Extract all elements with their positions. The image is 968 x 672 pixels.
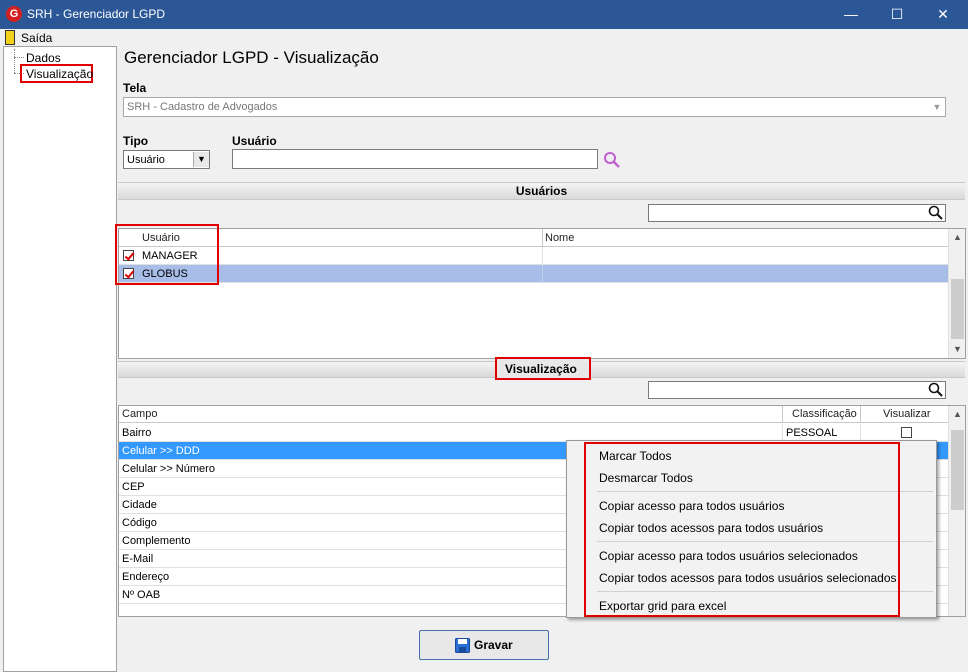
sidebar-tree: Dados Visualização [3,46,117,672]
floppy-disk-icon [455,638,470,653]
field-name: Bairro [122,427,152,439]
minimize-button[interactable]: — [828,0,874,29]
column-header-nome[interactable]: Nome [545,232,574,244]
maximize-button[interactable]: ☐ [874,0,920,29]
window-title: SRH - Gerenciador LGPD [27,7,166,21]
save-button-label: Gravar [474,638,513,652]
users-search-input[interactable] [648,204,946,222]
scroll-up-icon[interactable]: ▲ [949,229,966,246]
field-name: Celular >> Número [122,463,215,475]
save-button[interactable]: Gravar [419,630,549,660]
magnifier-icon[interactable] [603,151,621,169]
tree-connector [14,49,15,73]
visualizar-checkbox[interactable] [901,427,912,438]
field-name: Cidade [122,499,157,511]
scroll-up-icon[interactable]: ▲ [949,406,966,423]
column-divider [860,406,861,423]
users-grid: Usuário Nome MANAGER GLOBUS ▲ ▼ [118,228,966,359]
field-name: Endereço [122,571,170,583]
app-logo-icon: G [6,6,22,22]
tipo-select[interactable]: Usuário ▼ [123,150,210,169]
table-row[interactable]: GLOBUS [119,265,948,283]
scroll-thumb[interactable] [951,279,964,339]
field-name: E-Mail [122,553,154,565]
chevron-down-icon[interactable]: ▼ [193,152,209,167]
view-scrollbar[interactable]: ▲ [948,406,965,616]
view-grid-header: Campo Classificação Visualizar [119,406,948,423]
column-divider [542,265,543,283]
field-name: CEP [122,481,145,493]
tela-value: SRH - Cadastro de Advogados [127,101,278,113]
column-header-classificacao[interactable]: Classificação [792,408,857,420]
annotation-box [584,442,900,617]
scroll-thumb[interactable] [951,430,964,510]
field-classification: PESSOAL [786,427,838,439]
usuario-input[interactable] [232,149,598,169]
search-icon[interactable] [928,382,944,398]
close-button[interactable]: ✕ [920,0,966,29]
annotation-box [115,224,219,285]
field-name: Nº OAB [122,589,161,601]
column-divider [542,229,543,247]
tipo-label: Tipo [123,134,149,148]
title-bar: G SRH - Gerenciador LGPD — ☐ ✕ [0,0,968,29]
menu-bar: Saída [0,29,968,46]
tree-connector [14,57,24,58]
users-section-header: Usuários [118,182,965,200]
tela-label: Tela [123,81,147,95]
search-icon[interactable] [928,205,944,221]
column-header-visualizar[interactable]: Visualizar [883,408,931,420]
column-header-campo[interactable]: Campo [122,408,157,420]
view-search-input[interactable] [648,381,946,399]
field-name: Complemento [122,535,191,547]
column-divider [542,247,543,265]
tipo-value: Usuário [127,154,165,166]
menu-exit[interactable]: Saída [21,31,52,45]
users-grid-header: Usuário Nome [119,229,948,247]
column-divider [782,406,783,423]
view-section-header: Visualização [505,362,577,376]
exit-door-icon[interactable] [5,30,15,45]
users-scrollbar[interactable]: ▲ ▼ [948,229,965,358]
chevron-down-icon[interactable]: ▼ [929,99,945,115]
sidebar-item-visualizacao[interactable]: Visualização [26,67,93,81]
field-name: Celular >> DDD [122,445,200,457]
sidebar-item-dados[interactable]: Dados [26,51,61,65]
table-row[interactable]: MANAGER [119,247,948,265]
usuario-label: Usuário [232,134,277,148]
tela-select[interactable]: SRH - Cadastro de Advogados ▼ [123,97,946,117]
field-name: Código [122,517,157,529]
scroll-down-icon[interactable]: ▼ [949,341,966,358]
page-title: Gerenciador LGPD - Visualização [124,48,379,67]
